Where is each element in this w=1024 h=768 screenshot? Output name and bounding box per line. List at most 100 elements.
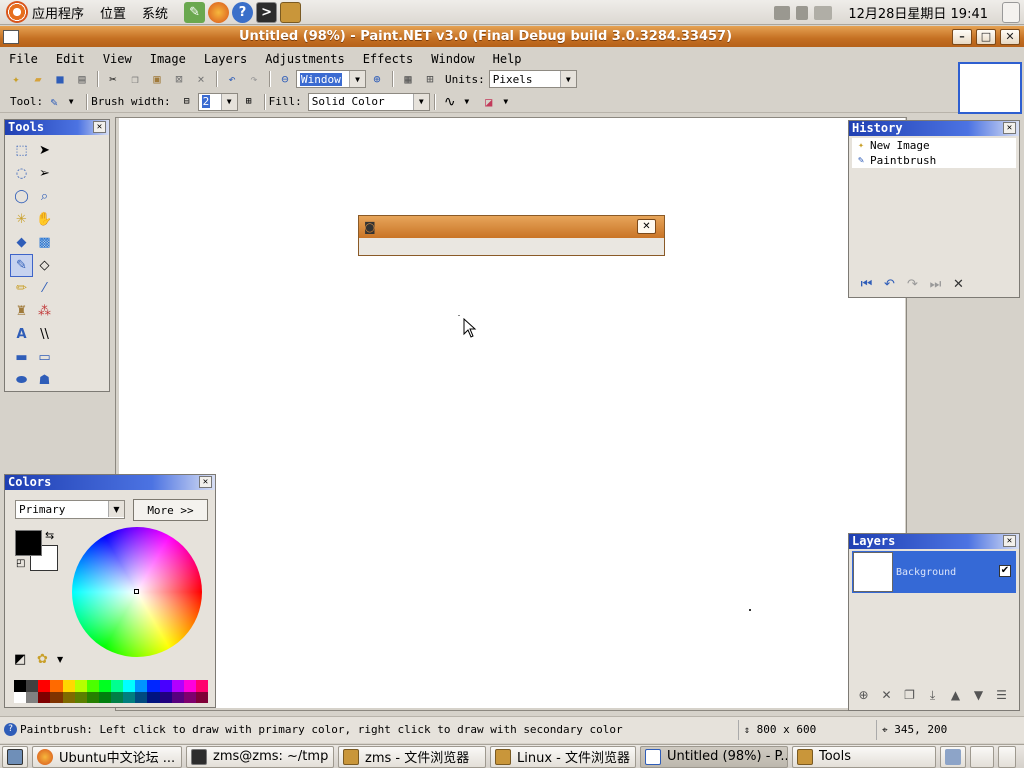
terminal-launcher-icon[interactable]: > (256, 1, 278, 23)
taskbar-item-terminal[interactable]: zms@zms: ~/tmp (186, 745, 334, 768)
undo-icon[interactable]: ↶ (878, 275, 901, 293)
history-panel-close-button[interactable]: ✕ (1003, 122, 1016, 134)
pencil-tool-icon[interactable]: ✏ (10, 277, 33, 300)
palette-menu-icon[interactable]: ✿ (37, 652, 48, 667)
image-canvas[interactable] (119, 118, 905, 708)
merge-layer-down-icon[interactable]: ⤓ (921, 686, 944, 704)
layers-panel-header[interactable]: Layers ✕ (849, 534, 1019, 549)
antialiasing-icon[interactable]: ∿ (442, 94, 458, 110)
colors-panel-header[interactable]: Colors ✕ (5, 475, 215, 490)
cut-icon[interactable]: ✂ (105, 71, 121, 87)
blend-mode-icon[interactable]: ◪ (481, 94, 497, 110)
chevron-down-icon[interactable]: ▼ (57, 655, 63, 664)
rectangle-select-icon[interactable]: ⬚ (10, 139, 33, 162)
redo-icon[interactable]: ↷ (901, 275, 924, 293)
print-icon[interactable]: ▤ (74, 71, 90, 87)
text-tool-icon[interactable]: A (10, 323, 33, 346)
chevron-down-icon[interactable]: ▼ (559, 71, 576, 87)
freeform-shape-tool-icon[interactable]: ☗ (33, 369, 56, 392)
layer-properties-icon[interactable]: ☰ (990, 686, 1013, 704)
close-window-button[interactable]: ✕ (1000, 28, 1020, 45)
redo-icon[interactable]: ↷ (246, 71, 262, 87)
undo-icon[interactable]: ↶ (224, 71, 240, 87)
crop-icon[interactable]: ⊠ (171, 71, 187, 87)
taskbar-item-file-browser-linux[interactable]: Linux - 文件浏览器 (490, 745, 636, 768)
taskbar-item-paintnet[interactable]: Untitled (98%) - P... (640, 745, 788, 768)
color-picker-icon[interactable]: ⁄ (33, 277, 56, 300)
color-wheel-selector[interactable] (134, 589, 139, 594)
minimize-button[interactable]: – (952, 28, 972, 45)
palette-swatch-icon[interactable]: ◩ (14, 652, 26, 667)
firefox-launcher-icon[interactable] (208, 1, 230, 23)
window-titlebar[interactable]: Untitled (98%) - Paint.NET v3.0 (Final D… (0, 26, 1024, 47)
notes-launcher-icon[interactable] (280, 1, 302, 23)
chevron-down-icon[interactable]: ▼ (498, 94, 514, 110)
more-colors-button[interactable]: More >> (133, 499, 208, 521)
zoom-combo[interactable]: Window ▼ (296, 70, 366, 88)
chevron-down-icon[interactable]: ▼ (412, 93, 429, 110)
history-panel-header[interactable]: History ✕ (849, 121, 1019, 136)
color-mode-select[interactable]: Primary ▼ (15, 500, 125, 519)
rectangle-tool-icon[interactable]: ▬ (10, 346, 33, 369)
units-combo[interactable]: Pixels ▼ (488, 70, 577, 88)
colors-panel-close-button[interactable]: ✕ (199, 476, 212, 488)
chevron-down-icon[interactable]: ▼ (349, 71, 365, 87)
screenshot-dialog-close-button[interactable]: ✕ (637, 219, 656, 234)
menu-window[interactable]: Window (422, 52, 483, 66)
printer-icon[interactable] (774, 5, 791, 20)
move-layer-down-icon[interactable]: ▼ (967, 686, 990, 704)
menu-edit[interactable]: Edit (47, 52, 94, 66)
menu-image[interactable]: Image (141, 52, 195, 66)
panel-menu-places[interactable]: 位置 (100, 3, 126, 22)
rewind-to-start-icon[interactable]: ⏮ (855, 275, 878, 293)
decrease-width-icon[interactable]: ⊟ (179, 94, 195, 110)
taskbar-item-file-browser-zms[interactable]: zms - 文件浏览器 (338, 745, 486, 768)
ellipse-select-icon[interactable]: ◯ (10, 185, 33, 208)
chevron-down-icon[interactable]: ▼ (459, 94, 475, 110)
history-item[interactable]: ✎ Paintbrush (852, 153, 1016, 168)
panel-clock[interactable]: 12月28日星期日 19:41 (848, 3, 988, 22)
recolor-tool-icon[interactable]: ⁂ (33, 300, 56, 323)
screenshot-dialog-titlebar[interactable]: ◙ ✕ (359, 216, 664, 238)
workspace-switcher-2[interactable] (970, 745, 994, 768)
ellipse-tool-icon[interactable]: ⬬ (10, 369, 33, 392)
pan-tool-icon[interactable]: ✋ (33, 208, 56, 231)
gradient-tool-icon[interactable]: ▩ (33, 231, 56, 254)
image-thumbnail-preview[interactable] (958, 62, 1022, 114)
layer-visibility-checkbox[interactable]: ✔ (999, 565, 1011, 577)
menu-effects[interactable]: Effects (354, 52, 423, 66)
paintnet-app-icon[interactable] (3, 29, 19, 44)
taskbar-item-tools[interactable]: Tools (792, 745, 936, 768)
trash-icon[interactable] (998, 745, 1016, 768)
show-desktop-button[interactable] (2, 745, 28, 768)
delete-layer-icon[interactable]: ✕ (875, 686, 898, 704)
reset-colors-icon[interactable]: ◰ (16, 558, 25, 569)
zoom-tool-icon[interactable]: ⌕ (33, 185, 56, 208)
menu-layers[interactable]: Layers (195, 52, 256, 66)
magic-wand-icon[interactable]: ✳ (10, 208, 33, 231)
open-file-icon[interactable]: ▰ (30, 71, 46, 87)
workspace-switcher-1[interactable] (940, 745, 966, 768)
paintbrush-tool-icon[interactable]: ✎ (10, 254, 33, 277)
paint-bucket-icon[interactable]: ◆ (10, 231, 33, 254)
paste-icon[interactable]: ▣ (149, 71, 165, 87)
increase-width-icon[interactable]: ⊞ (241, 94, 257, 110)
volume-icon[interactable] (814, 5, 833, 20)
maximize-button[interactable]: □ (976, 28, 996, 45)
panel-menu-applications[interactable]: 应用程序 (32, 3, 84, 22)
tools-panel-close-button[interactable]: ✕ (93, 121, 106, 133)
duplicate-layer-icon[interactable]: ❐ (898, 686, 921, 704)
copy-icon[interactable]: ❐ (127, 71, 143, 87)
help-launcher-icon[interactable]: ? (232, 1, 254, 23)
layers-panel-close-button[interactable]: ✕ (1003, 535, 1016, 547)
history-item[interactable]: ✦ New Image (852, 138, 1016, 153)
chevron-down-icon[interactable]: ▼ (220, 93, 237, 110)
paintbrush-tool-icon[interactable]: ✎ (46, 94, 62, 110)
eraser-tool-icon[interactable]: ◇ (33, 254, 56, 277)
new-image-icon[interactable]: ✦ (8, 71, 24, 87)
swap-colors-icon[interactable]: ⇆ (45, 529, 54, 542)
add-layer-icon[interactable]: ⊕ (852, 686, 875, 704)
fill-combo[interactable]: Solid Color ▼ (307, 92, 430, 111)
tools-panel-header[interactable]: Tools ✕ (5, 120, 109, 135)
fast-forward-to-end-icon[interactable]: ⏭ (924, 275, 947, 293)
